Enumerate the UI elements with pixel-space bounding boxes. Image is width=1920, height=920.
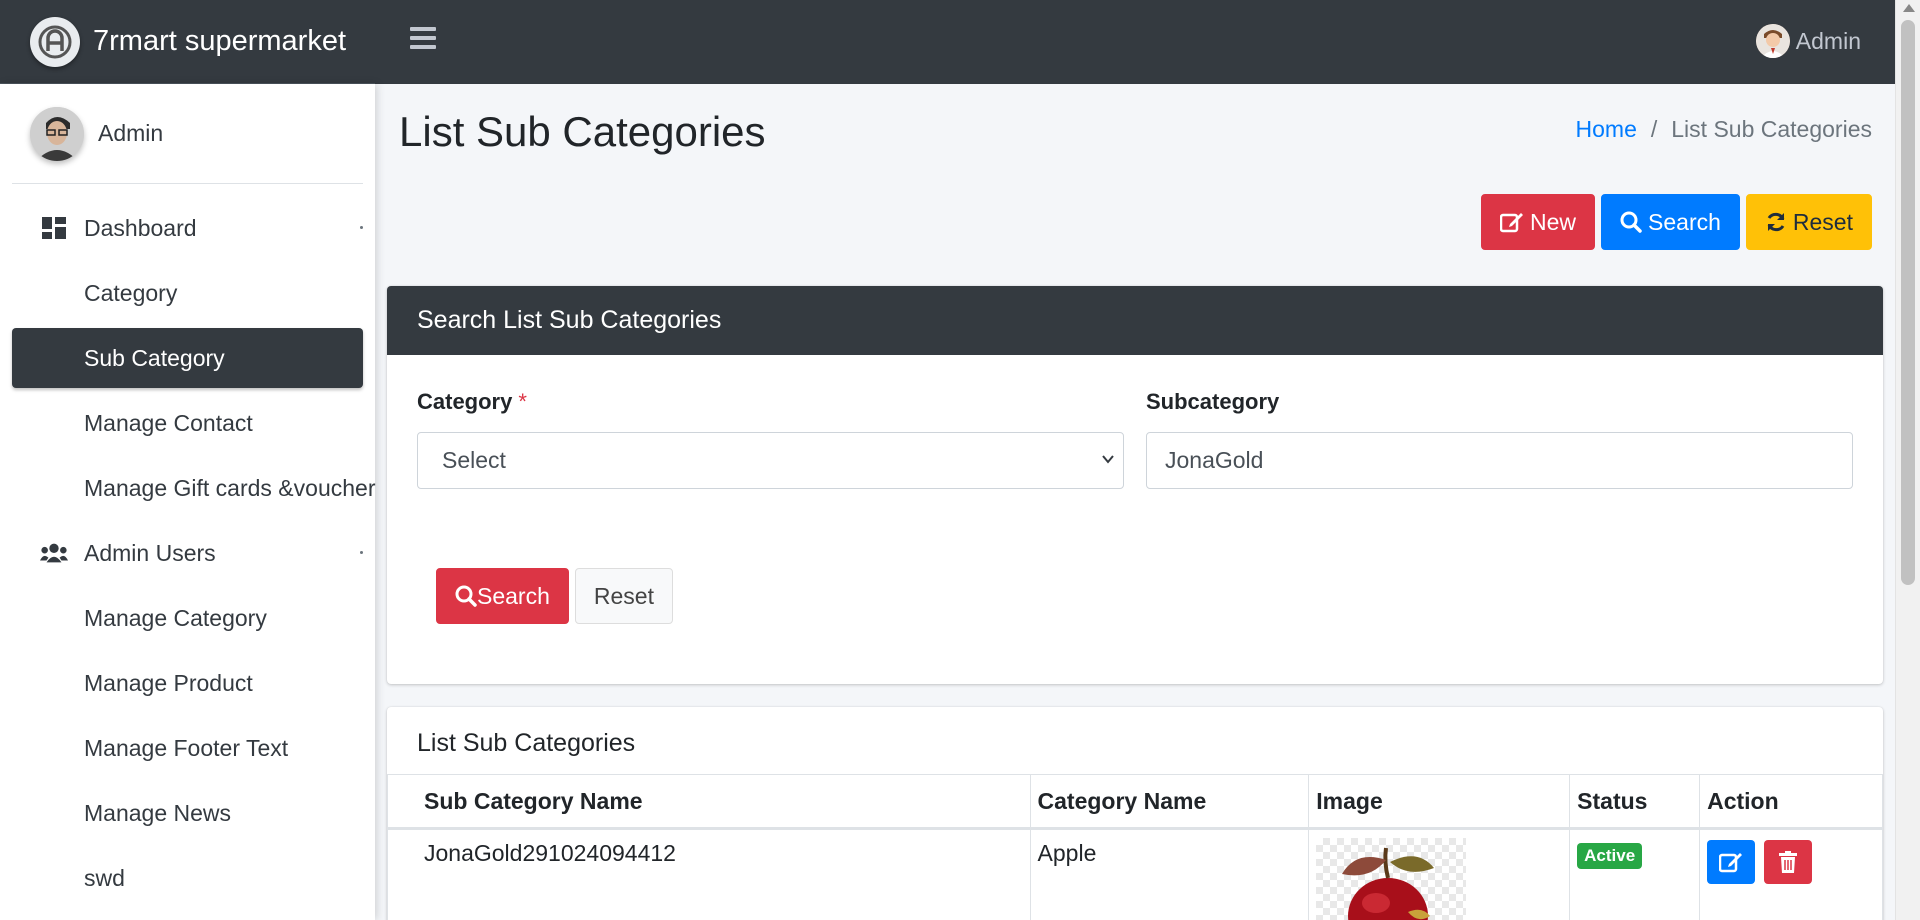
sidebar-item-label: Category	[84, 279, 178, 306]
sidebar-nav: Dashboard Category Sub Category Manage C…	[0, 198, 375, 908]
search-form-buttons: Search Reset	[436, 568, 673, 624]
required-mark: *	[518, 389, 527, 414]
refresh-icon	[1767, 212, 1785, 232]
reset-button[interactable]: Reset	[1745, 194, 1872, 250]
new-button[interactable]: New	[1481, 194, 1596, 250]
sidebar-item-manage-contact[interactable]: Manage Contact	[12, 393, 363, 453]
edit-row-button[interactable]	[1707, 840, 1756, 884]
search-button[interactable]: Search	[1601, 194, 1740, 250]
category-cell: Apple	[1029, 828, 1310, 920]
column-header[interactable]: Action	[1699, 774, 1883, 830]
column-header[interactable]: Sub Category Name	[387, 774, 1031, 830]
sidebar-item-manage-news[interactable]: Manage News	[12, 783, 363, 843]
sidebar: Admin Dashboard Category Sub Category Ma…	[0, 84, 375, 920]
category-select-value: Select	[442, 447, 506, 473]
search-icon	[1620, 211, 1642, 233]
breadcrumb-separator: /	[1650, 116, 1658, 142]
sidebar-item-label: Manage News	[84, 799, 232, 826]
expand-caret-icon	[360, 551, 363, 554]
new-button-label: New	[1530, 208, 1577, 235]
breadcrumb: Home / List Sub Categories	[1576, 116, 1872, 143]
apple-image	[1316, 838, 1467, 920]
sidebar-item-swd[interactable]: swd	[12, 848, 363, 908]
scroll-thumb[interactable]	[1901, 20, 1915, 585]
sidebar-item-label: swd	[84, 864, 125, 891]
sidebar-user-panel[interactable]: Admin	[12, 84, 363, 184]
form-search-label: Search	[477, 582, 550, 609]
table-row: JonaGold291024094412 Apple Active	[387, 828, 1883, 920]
sidebar-item-label: Sub Category	[84, 344, 225, 371]
category-field-label: Category *	[417, 389, 527, 415]
sidebar-avatar	[30, 106, 84, 161]
page-scrollbar[interactable]	[1895, 0, 1920, 920]
top-navbar: Admin	[375, 0, 1895, 84]
subcategory-input-value: JonaGold	[1165, 447, 1264, 473]
sidebar-item-manage-footer-text[interactable]: Manage Footer Text	[12, 718, 363, 778]
brand-title: 7rmart supermarket	[93, 25, 347, 57]
scroll-up-arrow-icon[interactable]	[1903, 4, 1915, 12]
delete-row-button[interactable]	[1764, 840, 1813, 884]
sidebar-item-label: Admin Users	[84, 539, 216, 566]
column-header[interactable]: Status	[1569, 774, 1701, 830]
search-card: Search List Sub Categories Category * Sel…	[387, 286, 1883, 684]
image-cell	[1308, 828, 1571, 920]
column-header[interactable]: Image	[1308, 774, 1571, 830]
sidebar-item-manage-category[interactable]: Manage Category	[12, 588, 363, 648]
brand-logo-icon	[30, 16, 80, 67]
reset-button-label: Reset	[1792, 208, 1853, 235]
page-title: List Sub Categories	[399, 108, 766, 155]
sidebar-item-label: Manage Category	[84, 604, 267, 631]
category-label-text: Category	[417, 389, 513, 414]
user-avatar-icon	[1755, 24, 1790, 58]
action-cell	[1699, 828, 1883, 920]
category-select[interactable]: Select	[417, 432, 1124, 489]
table-header-row: Sub Category Name Category Name Image St…	[387, 774, 1883, 830]
sidebar-user-name: Admin	[98, 120, 164, 146]
dashboard-icon	[40, 216, 68, 240]
users-icon	[40, 541, 68, 565]
sidebar-item-label: Manage Contact	[84, 409, 253, 436]
sidebar-item-manage-product[interactable]: Manage Product	[12, 653, 363, 713]
chevron-down-icon	[1102, 455, 1114, 464]
edit-icon	[1500, 213, 1524, 233]
breadcrumb-home-link[interactable]: Home	[1576, 116, 1637, 143]
sidebar-item-label: Dashboard	[84, 214, 197, 241]
top-user-label: Admin	[1795, 27, 1861, 54]
list-card-title: List Sub Categories	[417, 729, 636, 757]
user-menu[interactable]: Admin	[1755, 24, 1861, 58]
edit-icon	[1719, 853, 1743, 873]
search-button-label: Search	[1648, 208, 1721, 235]
column-header[interactable]: Category Name	[1029, 774, 1310, 830]
form-reset-button[interactable]: Reset	[574, 568, 673, 624]
sidebar-item-label: Manage Product	[84, 669, 253, 696]
subcategory-input[interactable]: JonaGold	[1146, 432, 1853, 489]
sidebar-item-admin-users[interactable]: Admin Users	[12, 523, 363, 583]
status-badge[interactable]: Active	[1577, 843, 1643, 869]
sidebar-item-sub-category[interactable]: Sub Category	[12, 328, 363, 388]
form-search-button[interactable]: Search	[436, 568, 569, 624]
brand-link[interactable]: 7rmart supermarket	[0, 0, 375, 84]
list-card: List Sub Categories Sub Category Name Ca…	[387, 707, 1883, 920]
breadcrumb-current: List Sub Categories	[1671, 116, 1872, 142]
subcategory-field-label: Subcategory	[1146, 389, 1280, 414]
sidebar-item-label: Manage Footer Text	[84, 734, 289, 761]
menu-toggle-icon[interactable]	[410, 27, 436, 49]
sidebar-item-manage-gift-cards[interactable]: Manage Gift cards &voucher	[12, 458, 375, 518]
page-actions: New Search Reset	[1481, 194, 1872, 250]
sub-category-cell: JonaGold291024094412	[387, 828, 1031, 920]
trash-icon	[1779, 851, 1798, 873]
sidebar-item-label: Manage Gift cards &voucher	[84, 474, 376, 501]
search-card-title: Search List Sub Categories	[387, 286, 1883, 355]
status-cell: Active	[1569, 828, 1701, 920]
sidebar-item-category[interactable]: Category	[12, 263, 363, 323]
search-icon	[455, 585, 477, 607]
expand-caret-icon	[360, 226, 363, 229]
sidebar-item-dashboard[interactable]: Dashboard	[12, 198, 363, 258]
subcategory-table: Sub Category Name Category Name Image St…	[387, 774, 1883, 920]
